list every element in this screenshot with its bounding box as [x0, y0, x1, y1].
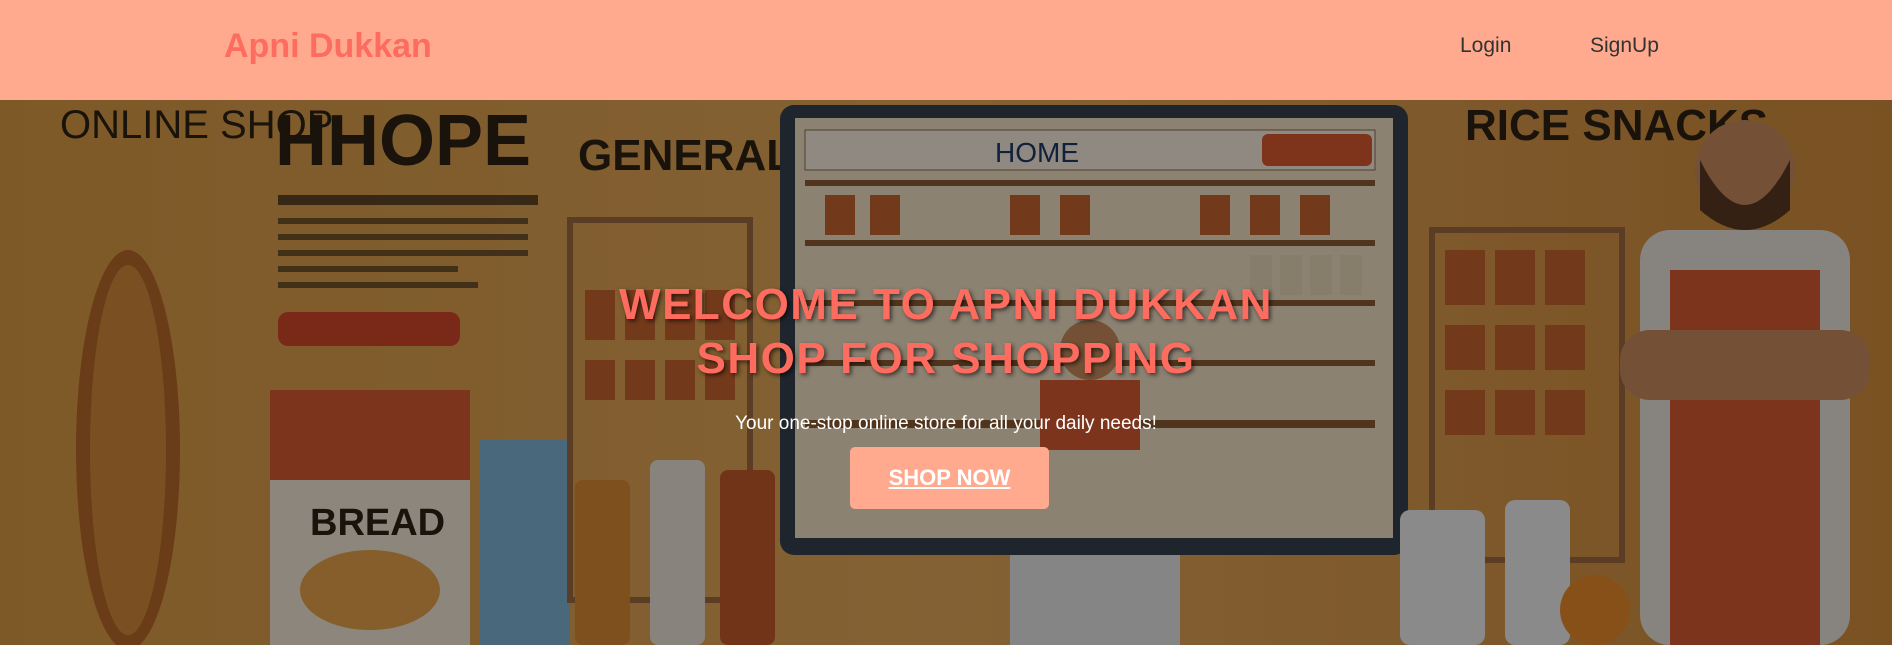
hero-content: WELCOME TO APNI DUKKAN SHOP FOR SHOPPING…: [0, 100, 1892, 645]
hero-title-line2: SHOP FOR SHOPPING: [696, 334, 1196, 383]
login-link[interactable]: Login: [1460, 34, 1511, 58]
hero-title: WELCOME TO APNI DUKKAN SHOP FOR SHOPPING: [446, 278, 1446, 386]
brand-logo[interactable]: Apni Dukkan: [224, 27, 432, 66]
shop-now-button[interactable]: SHOP NOW: [850, 447, 1049, 509]
signup-link[interactable]: SignUp: [1590, 34, 1659, 58]
hero-banner: ONLINE SHOP HHOPE GENERAL STORE BREAD HO…: [0, 100, 1892, 645]
navbar: Apni Dukkan Login SignUp: [0, 0, 1892, 100]
hero-title-line1: WELCOME TO APNI DUKKAN: [619, 280, 1273, 329]
hero-subtitle: Your one-stop online store for all your …: [735, 413, 1157, 434]
